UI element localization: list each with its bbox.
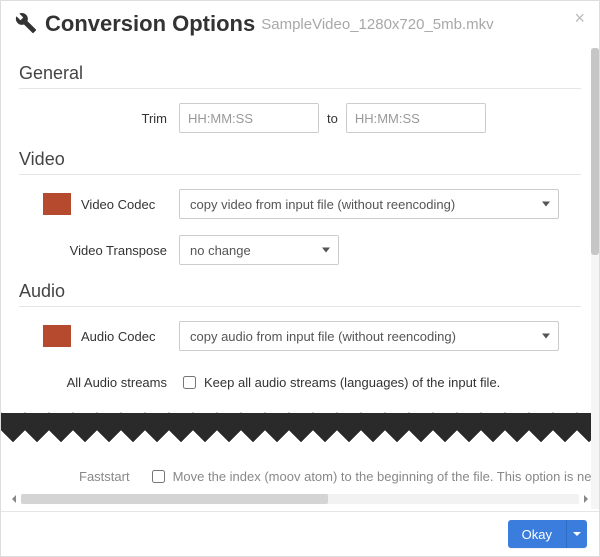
audio-codec-select[interactable]: copy audio from input file (without reen… [179, 321, 559, 351]
dialog-body: General Trim to Video Video Codec copy v… [1, 43, 599, 511]
video-transpose-select[interactable]: no change [179, 235, 339, 265]
scroll-track[interactable] [21, 494, 579, 504]
faststart-checkbox[interactable] [152, 470, 165, 483]
section-audio-heading: Audio [19, 281, 581, 302]
chevron-down-icon [542, 334, 550, 339]
vertical-scrollbar[interactable] [591, 48, 599, 509]
all-audio-streams-label: All Audio streams [19, 375, 179, 390]
conversion-options-dialog: Conversion Options SampleVideo_1280x720_… [0, 0, 600, 557]
faststart-label: Faststart [79, 469, 130, 484]
vertical-scroll-thumb[interactable] [591, 48, 599, 255]
dialog-filename: SampleVideo_1280x720_5mb.mkv [261, 16, 493, 33]
horizontal-scrollbar[interactable] [7, 492, 593, 506]
video-codec-label: Video Codec [81, 197, 179, 212]
scroll-left-icon[interactable] [7, 492, 21, 506]
divider [19, 88, 581, 89]
all-audio-streams-checkbox[interactable] [183, 376, 196, 389]
trim-label: Trim [19, 111, 179, 126]
dialog-footer: Okay [1, 511, 599, 556]
audio-codec-row: Audio Codec copy audio from input file (… [19, 321, 581, 351]
all-audio-streams-text: Keep all audio streams (languages) of th… [204, 375, 500, 390]
video-codec-row: Video Codec copy video from input file (… [19, 189, 581, 219]
trim-row: Trim to [19, 103, 581, 133]
okay-button-label: Okay [522, 527, 552, 542]
video-transpose-label: Video Transpose [19, 243, 179, 258]
video-transpose-value: no change [190, 243, 251, 258]
dialog-title: Conversion Options [45, 11, 255, 37]
okay-button[interactable]: Okay [508, 520, 567, 548]
section-video-heading: Video [19, 149, 581, 170]
video-transpose-row: Video Transpose no change [19, 235, 581, 265]
section-general-heading: General [19, 63, 581, 84]
divider [19, 174, 581, 175]
chevron-down-icon [322, 248, 330, 253]
content-truncation-indicator [1, 413, 599, 447]
close-icon[interactable]: × [574, 9, 585, 27]
video-codec-swatch [43, 193, 71, 215]
chevron-down-icon [573, 532, 581, 536]
faststart-text: Move the index (moov atom) to the beginn… [173, 469, 599, 484]
audio-codec-value: copy audio from input file (without reen… [190, 329, 456, 344]
all-audio-streams-row: All Audio streams Keep all audio streams… [19, 367, 581, 397]
wrench-icon [15, 12, 37, 37]
divider [19, 306, 581, 307]
chevron-down-icon [542, 202, 550, 207]
okay-dropdown-button[interactable] [567, 520, 587, 548]
okay-split-button: Okay [508, 520, 587, 548]
dialog-header: Conversion Options SampleVideo_1280x720_… [1, 1, 599, 43]
video-codec-select[interactable]: copy video from input file (without reen… [179, 189, 559, 219]
scroll-thumb[interactable] [21, 494, 328, 504]
audio-codec-label: Audio Codec [81, 329, 179, 344]
trim-to-input[interactable] [346, 103, 486, 133]
video-codec-value: copy video from input file (without reen… [190, 197, 455, 212]
trim-to-label: to [327, 111, 338, 126]
faststart-row: Faststart Move the index (moov atom) to … [19, 467, 581, 486]
audio-codec-swatch [43, 325, 71, 347]
trim-from-input[interactable] [179, 103, 319, 133]
